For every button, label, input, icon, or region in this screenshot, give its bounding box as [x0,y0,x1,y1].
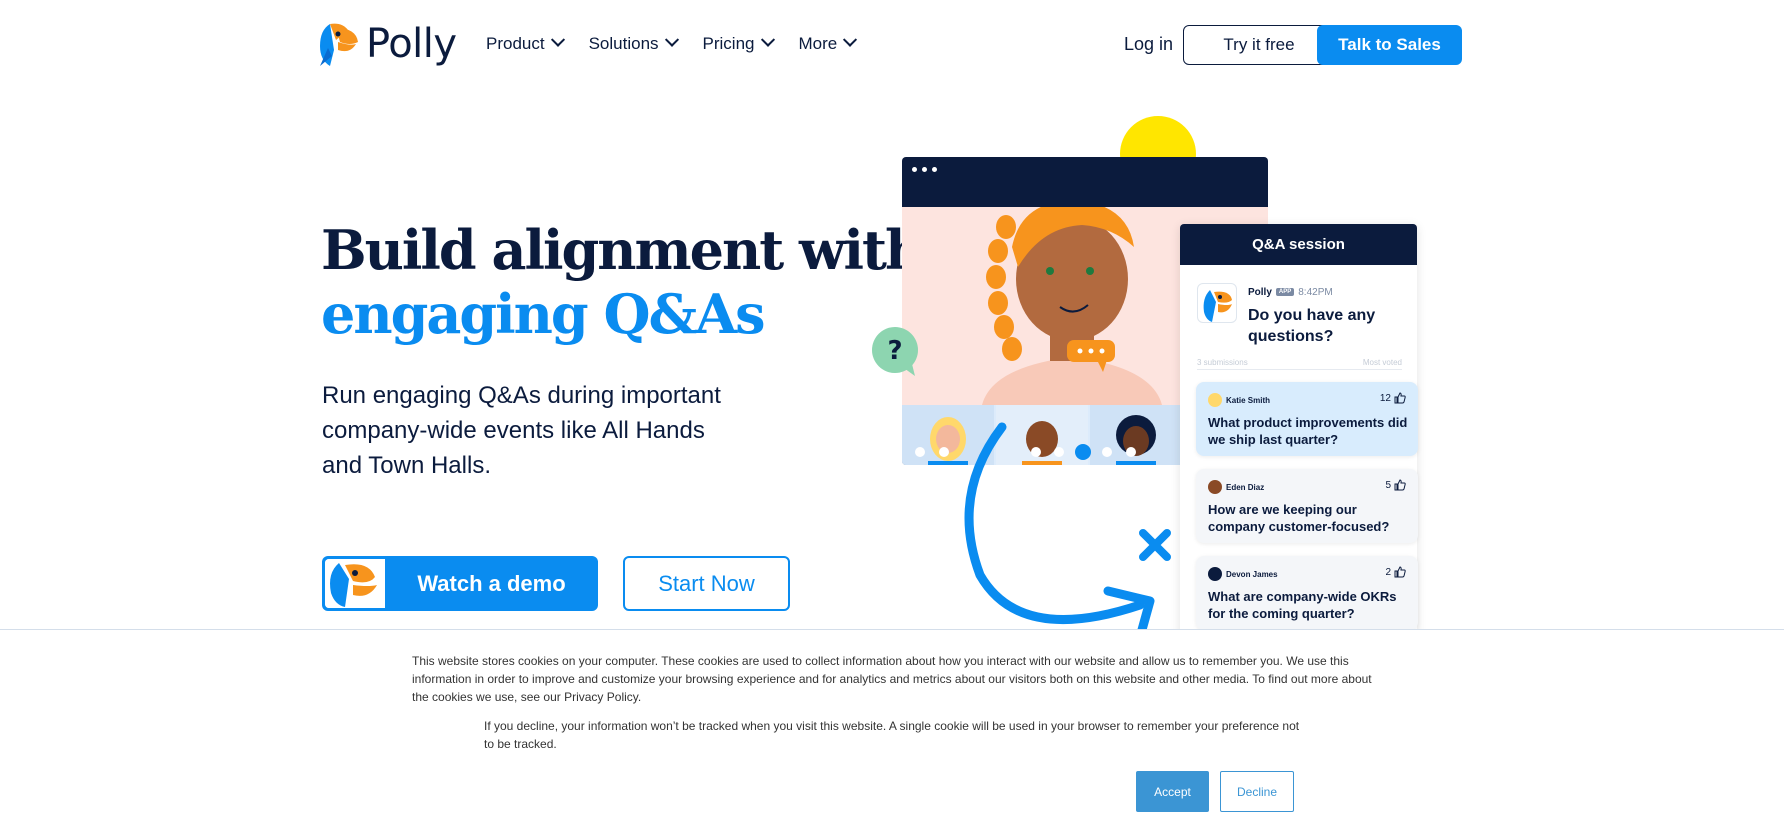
svg-text:?: ? [887,336,902,366]
parrot-icon [325,559,385,608]
app-badge: APP [1275,288,1295,297]
nav-item-label: Solutions [588,34,659,53]
message-time: 8:42PM [1298,287,1333,298]
vote-number: 2 [1385,566,1391,578]
vote-count: 12 [1380,392,1406,404]
question-author: Katie Smith [1208,393,1270,407]
chevron-down-icon [550,32,565,47]
logo-wordmark: Polly [366,21,457,67]
sort-label: Most voted [1362,358,1402,367]
polly-author: Polly APP 8:42PM [1248,287,1333,298]
question-author: Eden Diaz [1208,480,1264,494]
nav-item-product[interactable]: Product [486,32,565,54]
polly-avatar [1197,283,1237,323]
question-author: Devon James [1208,567,1278,581]
cookie-banner: This website stores cookies on your comp… [0,629,1784,836]
nav-item-label: Pricing [702,34,755,53]
chat-dots-icon [1067,340,1115,372]
watch-demo-label: Watch a demo [417,570,566,596]
question-bubble-icon: ? [872,327,918,376]
question-text: What product improvements did we ship la… [1208,415,1408,447]
demo-thumbnail [325,559,385,608]
chevron-down-icon [664,32,679,47]
thumbs-up-icon [1394,479,1406,491]
vote-count: 2 [1385,566,1406,578]
polly-logo[interactable]: Polly [316,20,457,68]
hero-title-line1: Build alignment with [321,218,924,282]
parrot-logo-icon [320,23,358,66]
nav-item-label: Product [486,34,545,53]
avatar [1208,393,1222,407]
nav-item-pricing[interactable]: Pricing [702,32,775,54]
thumbs-up-icon [1394,566,1406,578]
nav-item-label: More [798,34,838,53]
top-nav: Polly Product Solutions Pricing More Log… [0,0,1784,90]
start-now-button[interactable]: Start Now [623,556,790,611]
submissions-count: 3 submissions [1197,358,1248,367]
cookie-decline-text: If you decline, your information won’t b… [484,719,1300,751]
nav-item-solutions[interactable]: Solutions [588,32,679,54]
window-dots-icon [912,167,937,172]
submissions-bar: 3 submissions Most voted [1197,358,1402,370]
question-card: Devon James 2 What are company-wide OKRs… [1196,556,1418,630]
polly-question: Do you have any questions? [1248,307,1376,345]
cookie-text: This website stores cookies on your comp… [412,654,1372,704]
vote-number: 5 [1385,479,1391,491]
thumbs-up-icon [1394,392,1406,404]
nav-menu: Product Solutions Pricing More [486,32,858,54]
avatar [1208,567,1222,581]
vote-count: 5 [1385,479,1406,491]
hero-title: Build alignment with engaging Q&As [321,218,924,346]
polly-name: Polly [1248,287,1272,298]
decline-cookies-button[interactable]: Decline [1220,771,1294,812]
curved-arrow-icon [964,422,1155,635]
x-mark-icon [1139,529,1171,561]
qa-session-title: Q&A session [1180,224,1417,265]
talk-to-sales-button[interactable]: Talk to Sales [1317,25,1462,65]
try-free-button[interactable]: Try it free [1183,25,1335,65]
parrot-icon [1203,290,1232,322]
hero-title-line2: engaging Q&As [321,282,766,346]
nav-item-more[interactable]: More [798,32,858,54]
question-card: Eden Diaz 5 How are we keeping our compa… [1196,469,1418,543]
watch-demo-button[interactable]: Watch a demo [322,556,598,611]
question-text: What are company-wide OKRs for the comin… [1208,589,1397,621]
author-name: Devon James [1226,569,1278,579]
accept-cookies-button[interactable]: Accept [1136,771,1209,812]
question-card: Katie Smith 12 What product improvements… [1196,382,1418,456]
author-name: Katie Smith [1226,395,1271,405]
chevron-down-icon [760,32,775,47]
vote-number: 12 [1379,392,1391,404]
chevron-down-icon [843,32,858,47]
author-name: Eden Diaz [1226,482,1265,492]
avatar [1208,480,1222,494]
question-text: How are we keeping our company customer-… [1208,502,1390,534]
hero-subtitle: Run engaging Q&As during important compa… [322,382,721,479]
login-link[interactable]: Log in [1124,34,1173,55]
hero-illustration: ? Q&A session Polly APP 8:42PM Do you ha… [860,110,1460,644]
